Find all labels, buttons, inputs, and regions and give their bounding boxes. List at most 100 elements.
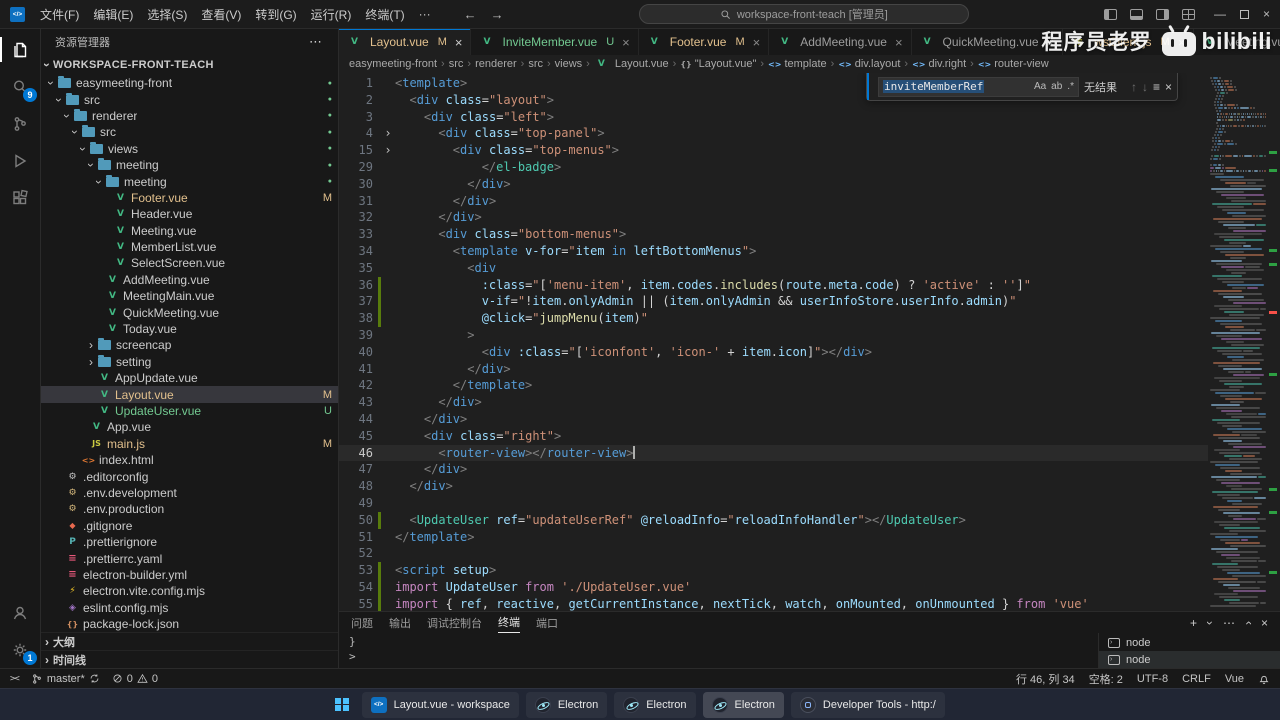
tab-close-icon[interactable]: × — [455, 35, 463, 50]
code-line[interactable]: 37 v-if="!item.onlyAdmin || (item.onlyAd… — [339, 293, 1280, 311]
nav-forward-button[interactable]: → — [491, 7, 504, 22]
breadcrumb-item[interactable]: <> template — [768, 58, 827, 70]
menu-item[interactable]: 运行(R) — [304, 0, 359, 28]
code-line[interactable]: 31 </div> — [339, 193, 1280, 210]
toggle-panel-icon[interactable] — [1129, 8, 1143, 20]
problems-status[interactable]: 0 0 — [112, 673, 158, 685]
breadcrumb-item[interactable]: renderer — [475, 58, 517, 70]
code-line[interactable]: 46 <router-view></router-view> — [339, 444, 1280, 462]
code-line[interactable]: 51 </template> — [339, 529, 1280, 546]
fold-closed-icon[interactable]: › — [381, 125, 395, 142]
code-line[interactable]: 53 <script setup> — [339, 562, 1280, 579]
tree-folder-row[interactable]: › meeting ● — [41, 157, 338, 173]
breadcrumb-item[interactable]: views — [555, 58, 583, 70]
breadcrumb-item[interactable]: {} "Layout.vue" — [680, 58, 756, 70]
tree-file-row[interactable]: V Layout.vue M — [41, 386, 338, 403]
menu-item[interactable]: 编辑(E) — [86, 0, 140, 28]
panel-tab[interactable]: 终端 — [498, 612, 520, 633]
tree-folder-row[interactable]: › renderer ● — [41, 108, 338, 124]
tree-folder-row[interactable]: › src ● — [41, 91, 338, 107]
breadcrumb-item[interactable]: <> div.right — [912, 58, 966, 70]
run-debug-view-icon[interactable] — [0, 142, 40, 179]
taskbar-app-button[interactable]: Electron — [525, 691, 608, 718]
editor-tab[interactable]: VMeeting.vue× — [1194, 29, 1280, 55]
menu-item[interactable]: 查看(V) — [194, 0, 248, 28]
code-line[interactable]: 40 <div :class="['iconfont', 'icon-' + i… — [339, 344, 1280, 361]
indentation-status[interactable]: 空格: 2 — [1089, 671, 1123, 687]
windows-start-button[interactable] — [335, 697, 349, 712]
code-line[interactable]: 50 <UpdateUser ref="updateUserRef" @relo… — [339, 511, 1280, 529]
cursor-position-status[interactable]: 行 46, 列 34 — [1016, 671, 1075, 687]
code-line[interactable]: 45 <div class="right"> — [339, 428, 1280, 445]
code-line[interactable]: 49 — [339, 495, 1280, 512]
outline-section-header[interactable]: › 大纲 — [41, 632, 338, 650]
minimap[interactable] — [1208, 75, 1266, 611]
code-line[interactable]: 33 <div class="bottom-menus"> — [339, 226, 1280, 243]
panel-tab[interactable]: 输出 — [389, 612, 411, 633]
taskbar-app-button[interactable]: Developer Tools - http:/ — [790, 691, 945, 718]
code-line[interactable]: 4 › <div class="top-panel"> — [339, 125, 1280, 142]
code-line[interactable]: 29 </el-badge> — [339, 159, 1280, 176]
breadcrumb-item[interactable]: <> router-view — [978, 58, 1049, 70]
editor-tab[interactable]: V Layout.vue M × — [339, 29, 472, 55]
terminal-list-item[interactable]: › node — [1099, 651, 1280, 668]
workspace-section-header[interactable]: › WORKSPACE-FRONT-TEACH — [40, 55, 338, 75]
find-resize-handle[interactable] — [867, 73, 871, 100]
tree-file-row[interactable]: ⚡ electron.vite.config.mjs — [41, 583, 338, 599]
tab-close-icon[interactable]: × — [1047, 35, 1055, 50]
explorer-more-actions-icon[interactable]: ⋯ — [309, 34, 322, 50]
notifications-bell[interactable] — [1258, 673, 1270, 685]
breadcrumb-item[interactable]: <> div.layout — [838, 58, 900, 70]
tree-file-row[interactable]: V AppUpdate.vue — [41, 370, 338, 386]
breadcrumb-item[interactable]: easymeeting-front — [349, 58, 437, 70]
new-terminal-icon[interactable]: + — [1190, 616, 1197, 630]
panel-close-icon[interactable]: × — [1261, 616, 1268, 630]
editor-tab[interactable]: V AddMeeting.vue × — [769, 29, 912, 55]
window-close-button[interactable]: × — [1263, 7, 1270, 21]
panel-tab[interactable]: 问题 — [351, 612, 373, 633]
taskbar-app-button[interactable]: Electron — [702, 691, 784, 718]
tree-folder-row[interactable]: › easymee­ting-front ● — [41, 75, 338, 91]
account-icon[interactable] — [0, 594, 40, 631]
tree-file-row[interactable]: V Header.vue — [41, 206, 338, 222]
code-line[interactable]: 47 </div> — [339, 461, 1280, 478]
extensions-view-icon[interactable] — [0, 179, 40, 216]
panel-maximize-icon[interactable]: › — [1241, 621, 1255, 625]
tree-file-row[interactable]: V SelectScreen.vue — [41, 255, 338, 271]
manage-gear-icon[interactable]: 1 — [0, 631, 40, 668]
code-line[interactable]: 55 import { ref, reactive, getCurrentInst… — [339, 595, 1280, 611]
menu-item[interactable]: ··· — [412, 0, 438, 28]
tree-file-row[interactable]: V AddMeeting.vue — [41, 272, 338, 288]
tree-file-row[interactable]: V QuickMeeting.vue — [41, 304, 338, 320]
tab-close-icon[interactable]: × — [622, 35, 630, 50]
panel-tab[interactable]: 调试控制台 — [427, 612, 482, 633]
code-editor[interactable]: 1 <template> 2 <div class="layout"> 3 <div … — [339, 73, 1280, 611]
breadcrumb-item[interactable]: V Layout.vue — [594, 58, 669, 70]
overview-ruler[interactable] — [1266, 73, 1280, 611]
code-line[interactable]: 15 › <div class="top-menus"> — [339, 142, 1280, 159]
taskbar-app-button[interactable]: Layout.vue - workspace — [361, 691, 519, 718]
find-input[interactable]: inviteMemberRef Aa ab .* — [878, 76, 1079, 97]
tree-file-row[interactable]: ≡ .prettierrc.yaml — [41, 550, 338, 566]
code-line[interactable]: 44 </div> — [339, 411, 1280, 428]
editor-tab[interactable]: JS wsClient.js M × — [1063, 29, 1195, 55]
code-line[interactable]: 3 <div class="left"> — [339, 109, 1280, 126]
language-mode-status[interactable]: Vue — [1225, 673, 1244, 685]
code-line[interactable]: 48 </div> — [339, 478, 1280, 495]
breadcrumb-item[interactable]: src — [449, 58, 464, 70]
code-line[interactable]: 52 — [339, 545, 1280, 562]
tree-file-row[interactable]: V Meeting.vue — [41, 223, 338, 239]
match-case-toggle[interactable]: Aa — [1034, 81, 1046, 92]
code-line[interactable]: 30 </div> — [339, 176, 1280, 193]
menu-item[interactable]: 转到(G) — [248, 0, 303, 28]
tree-file-row[interactable]: ≡ electron-builder.yml — [41, 567, 338, 583]
eol-status[interactable]: CRLF — [1182, 673, 1211, 685]
find-close-icon[interactable]: × — [1165, 80, 1172, 94]
tree-file-row[interactable]: V UpdateUser.vue U — [41, 403, 338, 419]
tree-folder-row[interactable]: › views ● — [41, 141, 338, 157]
find-next-icon[interactable]: ↓ — [1142, 80, 1148, 94]
editor-tab[interactable]: V QuickMeeting.vue × — [911, 29, 1064, 55]
code-line[interactable]: 34 <template v-for="item in leftBottomMe… — [339, 243, 1280, 260]
editor-tab[interactable]: V InviteMember.vue U × — [471, 29, 639, 55]
search-view-icon[interactable]: 9 — [0, 68, 40, 105]
